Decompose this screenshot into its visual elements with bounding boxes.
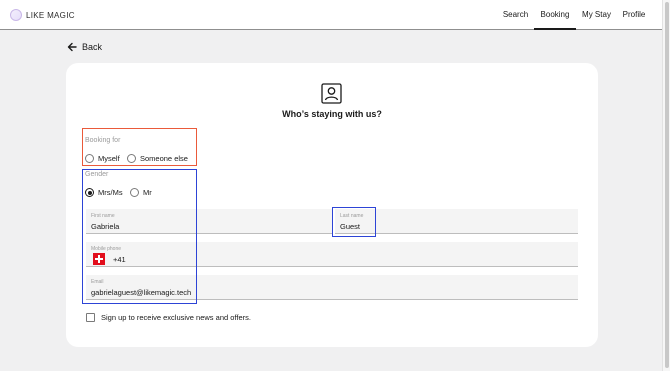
radio-someone-else-label: Someone else bbox=[140, 154, 188, 163]
back-label: Back bbox=[82, 42, 103, 52]
last-name-value: Guest bbox=[340, 222, 361, 231]
email-label: Email bbox=[91, 279, 104, 285]
radio-mrs-ms-label: Mrs/Ms bbox=[98, 188, 123, 197]
booking-for-label: Booking for bbox=[85, 137, 121, 144]
email-field[interactable]: Email gabrielaguest@likemagic.tech bbox=[86, 275, 578, 300]
newsletter-checkbox-row[interactable]: Sign up to receive exclusive news and of… bbox=[86, 313, 251, 322]
swiss-flag-icon[interactable] bbox=[93, 253, 105, 265]
nav-item-my-stay[interactable]: My Stay bbox=[579, 0, 614, 29]
mobile-phone-label: Mobile phone bbox=[91, 246, 122, 252]
radio-myself-label: Myself bbox=[98, 154, 120, 163]
first-name-label: First name bbox=[91, 213, 115, 219]
nav-item-profile[interactable]: Profile bbox=[618, 0, 650, 29]
radio-mr-label: Mr bbox=[143, 188, 152, 197]
radio-circle-icon bbox=[127, 154, 136, 163]
radio-someone-else[interactable]: Someone else bbox=[127, 154, 188, 163]
radio-mr[interactable]: Mr bbox=[130, 188, 152, 197]
first-name-field[interactable]: First name Gabriela bbox=[86, 209, 332, 234]
radio-mrs-ms[interactable]: Mrs/Ms bbox=[85, 188, 123, 197]
brand-logo[interactable]: LIKE MAGIC bbox=[10, 8, 75, 22]
radio-circle-icon bbox=[85, 154, 94, 163]
mobile-phone-field[interactable]: Mobile phone +41 bbox=[86, 242, 578, 267]
gender-label: Gender bbox=[85, 171, 109, 178]
guest-details-card: Who’s staying with us? Booking for Mysel… bbox=[66, 63, 598, 347]
page-scrollbar[interactable] bbox=[662, 0, 670, 371]
email-value: gabrielaguest@likemagic.tech bbox=[91, 288, 192, 297]
top-nav-bar: LIKE MAGIC Search Booking My Stay Profil… bbox=[0, 0, 662, 30]
newsletter-checkbox[interactable] bbox=[86, 313, 95, 322]
card-title: Who’s staying with us? bbox=[282, 109, 382, 119]
first-name-value: Gabriela bbox=[91, 222, 120, 231]
back-button[interactable]: Back bbox=[67, 42, 102, 52]
radio-circle-icon bbox=[130, 188, 139, 197]
last-name-label: Last name bbox=[340, 213, 364, 219]
radio-myself[interactable]: Myself bbox=[85, 154, 120, 163]
scrollbar-thumb[interactable] bbox=[665, 2, 669, 368]
newsletter-label: Sign up to receive exclusive news and of… bbox=[101, 313, 251, 322]
brand-name: LIKE MAGIC bbox=[26, 10, 75, 20]
last-name-field[interactable]: Last name Guest bbox=[335, 209, 578, 234]
nav-item-booking[interactable]: Booking bbox=[534, 0, 576, 30]
logo-circle-icon bbox=[10, 9, 22, 21]
person-portrait-icon bbox=[321, 83, 342, 104]
nav-item-search[interactable]: Search bbox=[498, 0, 533, 29]
radio-checked-icon bbox=[85, 188, 94, 197]
country-code-value: +41 bbox=[113, 255, 126, 264]
arrow-left-icon bbox=[67, 42, 77, 52]
